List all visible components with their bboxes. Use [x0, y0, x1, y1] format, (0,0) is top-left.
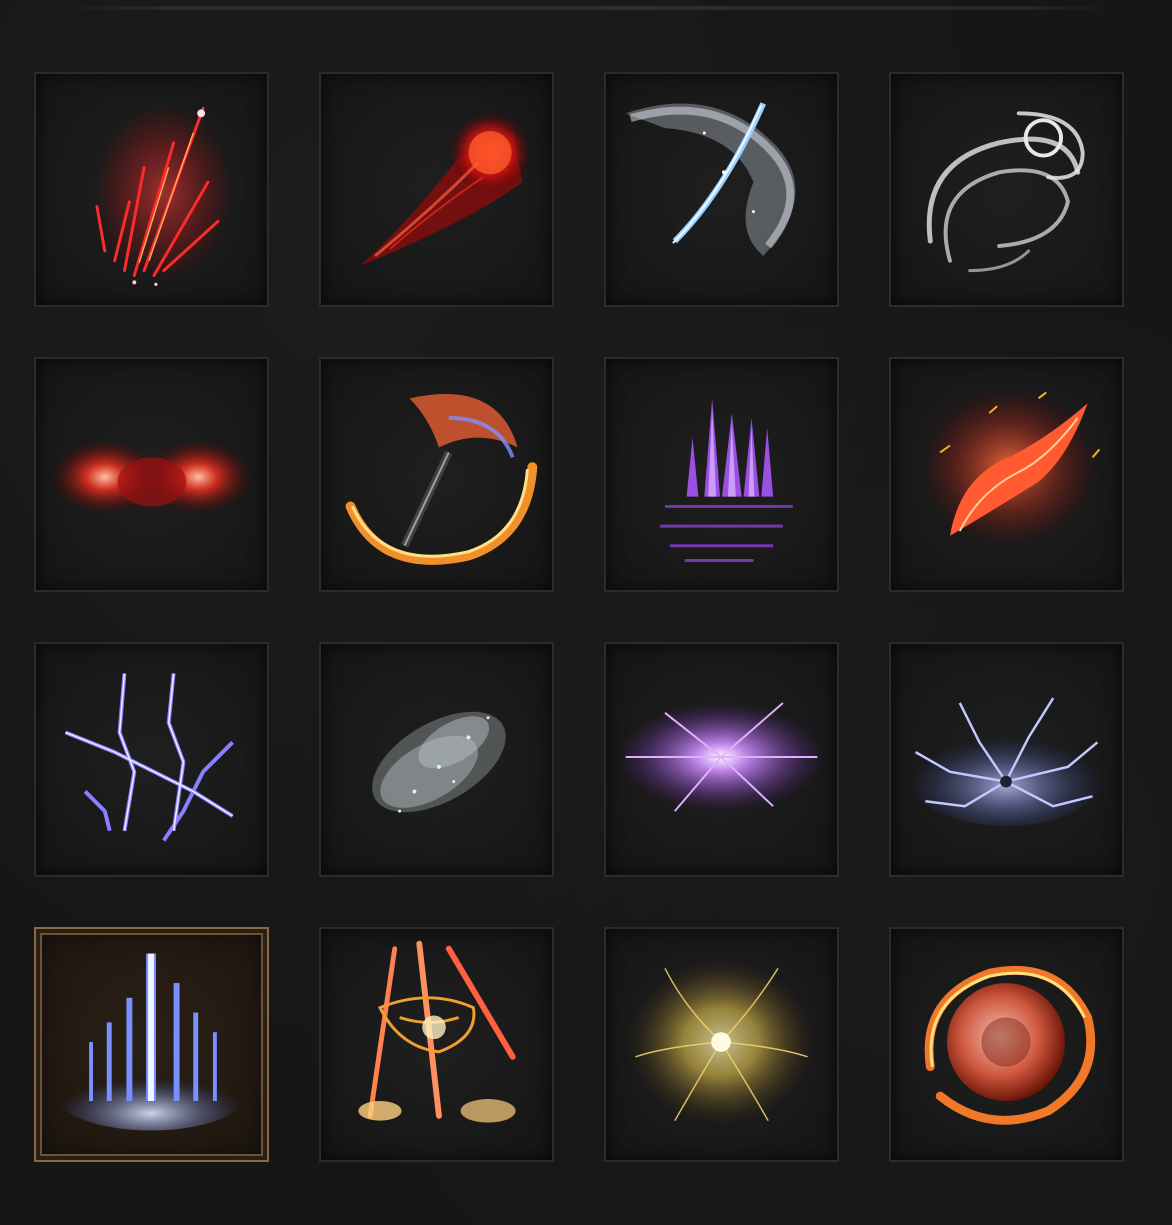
spell-slot-13[interactable]: [34, 927, 269, 1162]
spell-slot-2[interactable]: [319, 72, 554, 307]
spell-slot-3[interactable]: [604, 72, 839, 307]
spell-grid: [34, 72, 1124, 1162]
blue-lightning-claw-icon: [64, 673, 234, 842]
blue-lightning-storm-icon: [907, 697, 1105, 826]
red-crystal-shards-icon: [94, 103, 233, 286]
fire-orb-ring-icon: [924, 965, 1096, 1125]
spell-slot-10[interactable]: [319, 642, 554, 877]
white-spirit-vortex-icon: [926, 111, 1085, 273]
crimson-fire-comet-icon: [360, 111, 532, 266]
ice-spire-eruption-icon: [57, 953, 245, 1131]
spell-slot-4[interactable]: [889, 72, 1124, 307]
golden-meteor-strike-icon: [358, 940, 516, 1123]
spell-slot-1[interactable]: [34, 72, 269, 307]
spell-slot-9[interactable]: [34, 642, 269, 877]
crimson-blood-burst-icon: [50, 439, 253, 515]
fiery-phoenix-wing-icon: [920, 388, 1101, 546]
violet-starburst-icon: [617, 702, 825, 812]
spell-slot-6[interactable]: [319, 357, 554, 592]
spell-slot-7[interactable]: [604, 357, 839, 592]
spell-slot-14[interactable]: [319, 927, 554, 1162]
frost-blade-swirl-icon: [625, 102, 796, 256]
spell-slot-11[interactable]: [604, 642, 839, 877]
spell-slot-15[interactable]: [604, 927, 839, 1162]
grey-mist-cloud-icon: [372, 711, 506, 813]
golden-radiance-burst-icon: [627, 958, 815, 1126]
spell-slot-12[interactable]: [889, 642, 1124, 877]
spell-slot-5[interactable]: [34, 357, 269, 592]
spell-slot-16[interactable]: [889, 927, 1124, 1162]
spell-slot-8[interactable]: [889, 357, 1124, 592]
top-divider: [60, 6, 1112, 10]
flaming-sickle-arc-icon: [345, 393, 538, 565]
violet-crystal-pillars-icon: [660, 398, 793, 562]
